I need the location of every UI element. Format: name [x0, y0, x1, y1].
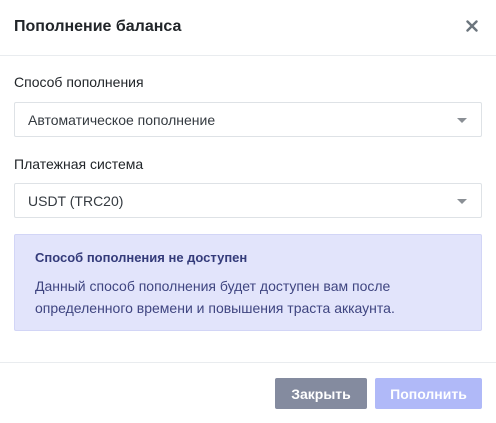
method-select-value: Автоматическое пополнение — [28, 112, 216, 128]
chevron-down-icon — [457, 118, 467, 123]
payment-system-select[interactable]: USDT (TRC20) — [14, 183, 482, 218]
method-label: Способ пополнения — [14, 74, 144, 90]
close-button[interactable] — [466, 18, 482, 34]
unavailable-alert: Способ пополнения не доступен Данный спо… — [14, 234, 482, 331]
modal-title: Пополнение баланса — [14, 18, 182, 35]
submit-deposit-button[interactable]: Пополнить — [375, 378, 482, 409]
payment-system-select-value: USDT (TRC20) — [28, 193, 124, 209]
modal-footer: Закрыть Пополнить — [0, 362, 496, 423]
modal-header: Пополнение баланса — [0, 0, 496, 56]
alert-text: Данный способ пополнения будет доступен … — [35, 278, 395, 316]
close-icon — [466, 20, 478, 32]
method-select[interactable]: Автоматическое пополнение — [14, 102, 482, 137]
deposit-modal: Пополнение баланса Способ пополнения Авт… — [0, 0, 496, 423]
close-modal-button[interactable]: Закрыть — [275, 378, 367, 409]
chevron-down-icon — [457, 199, 467, 204]
payment-system-label: Платежная система — [14, 156, 144, 172]
alert-title: Способ пополнения не доступен — [35, 250, 248, 265]
